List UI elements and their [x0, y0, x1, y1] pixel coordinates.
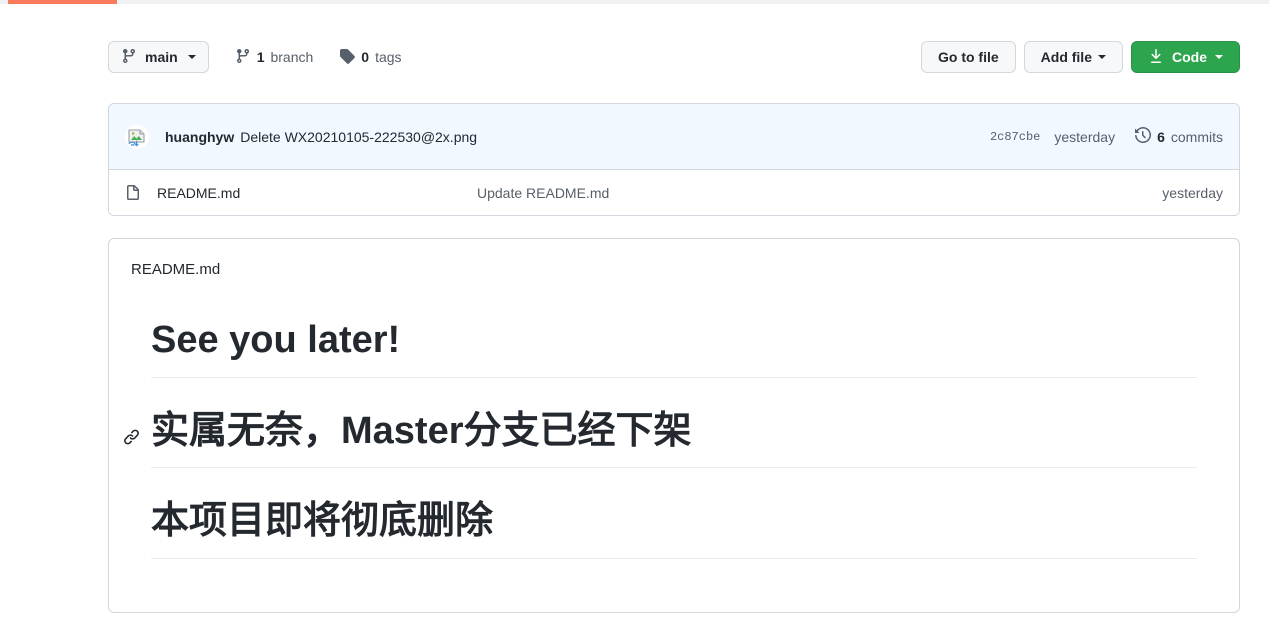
readme-heading-3: 本项目即将彻底删除: [151, 498, 1197, 559]
branch-count-link[interactable]: 1 branch: [235, 48, 314, 67]
link-anchor-icon[interactable]: [123, 429, 140, 446]
file-icon: [125, 184, 141, 201]
readme-heading-3-text: 本项目即将彻底删除: [151, 500, 494, 542]
tag-count-link[interactable]: 0 tags: [339, 48, 402, 67]
commit-message-link[interactable]: Delete WX20210105-222530@2x.png: [240, 129, 477, 145]
toolbar-left-group: main 1 branch 0 tags: [108, 41, 402, 73]
commit-sha-link[interactable]: 2c87cbe: [990, 130, 1040, 144]
tag-count-value: 0: [361, 49, 370, 65]
avatar: [125, 124, 149, 149]
add-file-button[interactable]: Add file: [1023, 41, 1123, 73]
table-row[interactable]: README.md Update README.md yesterday: [109, 170, 1239, 215]
file-timestamp: yesterday: [1162, 184, 1223, 201]
file-listing-box: huanghyw Delete WX20210105-222530@2x.png…: [108, 103, 1240, 216]
tag-count-label: tags: [375, 49, 402, 65]
chevron-down-icon: [1098, 55, 1106, 59]
readme-heading-2: 实属无奈，Master分支已经下架: [124, 408, 1197, 468]
chevron-down-icon: [1215, 55, 1223, 59]
commit-count-value: 6: [1157, 128, 1165, 145]
branch-count-value: 1: [256, 49, 265, 65]
toolbar-right-group: Go to file Add file Code: [920, 41, 1240, 73]
branch-count-label: branch: [270, 49, 314, 65]
readme-content: See you later! 实属无奈，Master分支已经下架 本项目即将彻底…: [124, 317, 1197, 559]
commit-count-label: commits: [1170, 128, 1223, 145]
history-clock-icon: [1135, 126, 1152, 146]
readme-title: README.md: [131, 261, 221, 278]
tag-icon: [339, 48, 356, 67]
branch-selector-label: main: [145, 49, 178, 65]
page-load-progress-track: [0, 0, 1269, 4]
repo-toolbar: main 1 branch 0 tags Go to file Add file…: [108, 41, 1240, 87]
chevron-down-icon: [187, 55, 196, 59]
commit-timestamp: yesterday: [1054, 128, 1116, 145]
file-name-link[interactable]: README.md: [157, 185, 477, 201]
readme-heading-2-text: 实属无奈，Master分支已经下架: [151, 409, 692, 452]
go-to-file-label: Go to file: [937, 49, 999, 65]
commit-history-link[interactable]: 6 commits: [1135, 126, 1223, 146]
readme-heading-1-text: See you later!: [151, 319, 401, 361]
go-to-file-button[interactable]: Go to file: [920, 41, 1016, 73]
readme-panel: README.md See you later! 实属无奈，Master分支已经…: [108, 238, 1240, 613]
commit-author-link[interactable]: huanghyw: [165, 129, 234, 145]
code-button[interactable]: Code: [1131, 41, 1240, 73]
download-icon: [1148, 48, 1164, 67]
broken-image-avatar-icon: [125, 124, 149, 149]
latest-commit-row: huanghyw Delete WX20210105-222530@2x.png…: [109, 104, 1239, 170]
git-branch-icon: [121, 48, 137, 67]
code-button-label: Code: [1172, 49, 1207, 65]
branch-selector-button[interactable]: main: [108, 41, 209, 73]
commit-meta-group: 2c87cbe yesterday 6 commits: [990, 126, 1223, 146]
git-branch-icon: [235, 48, 251, 67]
page-load-progress-bar: [8, 0, 117, 4]
add-file-label: Add file: [1040, 49, 1092, 65]
readme-heading-1: See you later!: [151, 317, 1197, 378]
github-repo-page: main 1 branch 0 tags Go to file Add file…: [0, 0, 1269, 621]
file-commit-message[interactable]: Update README.md: [477, 185, 1162, 201]
